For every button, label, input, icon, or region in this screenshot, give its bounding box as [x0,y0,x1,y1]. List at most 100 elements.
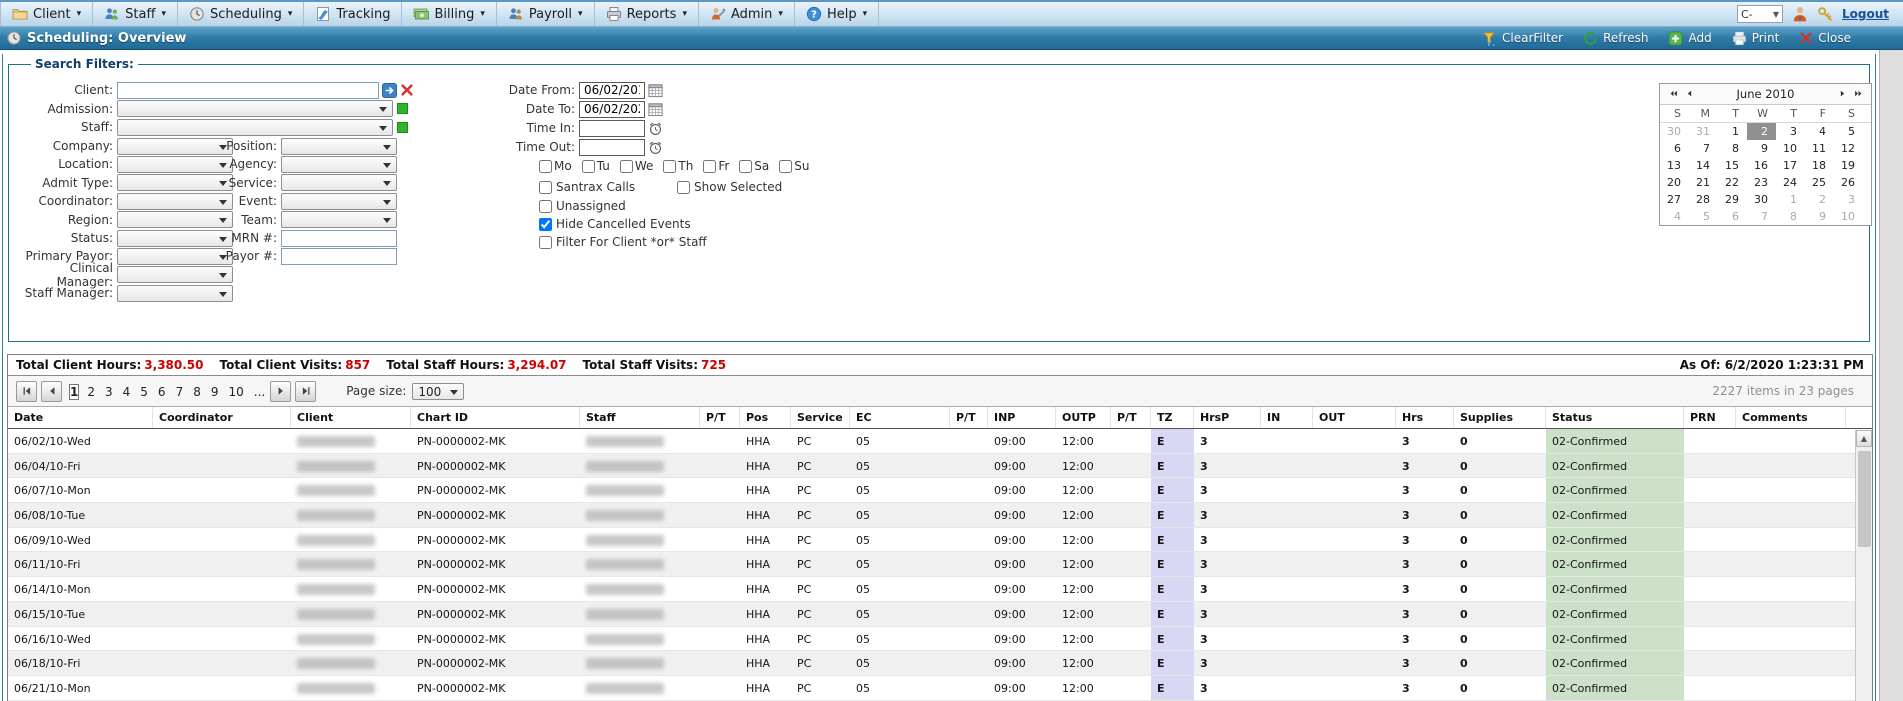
column-header-coordinator[interactable]: Coordinator [153,407,291,428]
calendar-day[interactable]: 30 [1660,123,1689,140]
calendar-day[interactable]: 24 [1776,174,1805,191]
table-scrollbar[interactable]: ▲ [1855,430,1872,701]
column-header-pt1[interactable]: P/T [700,407,740,428]
client-search-input[interactable] [117,82,379,99]
menu-item-payroll[interactable]: Payroll▾ [497,2,595,26]
refresh-button[interactable]: Refresh [1583,31,1648,46]
calendar-day[interactable]: 5 [1689,208,1718,225]
pager-page-3[interactable]: 3 [105,385,113,399]
calendar-day[interactable]: 19 [1834,157,1863,174]
menu-item-staff[interactable]: Staff▾ [93,2,178,26]
table-row[interactable]: 06/09/10-WedPN-0000002-MKHHAPC0509:0012:… [8,528,1872,553]
company-select[interactable]: C- ▼ [1737,5,1783,23]
calendar-day[interactable]: 12 [1834,140,1863,157]
weekday-checkbox-input-th[interactable] [663,160,676,173]
calendar-day[interactable]: 9 [1805,208,1834,225]
calendar-day[interactable]: 6 [1718,208,1747,225]
calendar-next-year-button[interactable] [1850,88,1866,101]
calendar-day[interactable]: 11 [1805,140,1834,157]
column-header-inp[interactable]: INP [988,407,1056,428]
calendar-day[interactable]: 5 [1834,123,1863,140]
calendar-day-selected[interactable]: 2 [1747,123,1776,140]
pager-page-6[interactable]: 6 [158,385,166,399]
weekday-checkbox-input-sa[interactable] [739,160,752,173]
column-header-staff[interactable]: Staff [580,407,700,428]
team-dropdown[interactable] [281,211,397,228]
weekday-checkbox-input-fr[interactable] [703,160,716,173]
staff_manager-dropdown[interactable] [117,285,233,302]
table-row[interactable]: 06/07/10-MonPN-0000002-MKHHAPC0509:0012:… [8,478,1872,503]
calendar-next-month-button[interactable] [1834,88,1850,101]
table-row[interactable]: 06/16/10-WedPN-0000002-MKHHAPC0509:0012:… [8,627,1872,652]
calendar-day[interactable]: 22 [1718,174,1747,191]
calendar-day[interactable]: 16 [1747,157,1776,174]
calendar-day[interactable]: 8 [1776,208,1805,225]
add-button[interactable]: Add [1668,31,1711,46]
menu-item-help[interactable]: ?Help▾ [795,2,879,26]
calendar-day[interactable]: 20 [1660,174,1689,191]
pager-page-7[interactable]: 7 [176,385,184,399]
calendar-prev-month-button[interactable] [1681,88,1697,101]
pager-page-current[interactable]: 1 [69,384,79,400]
time_out-input[interactable] [579,139,645,156]
column-header-chart_id[interactable]: Chart ID [411,407,580,428]
calendar-day[interactable]: 4 [1805,123,1834,140]
calendar-day[interactable]: 15 [1718,157,1747,174]
menu-item-scheduling[interactable]: Scheduling▾ [178,2,304,26]
menu-item-client[interactable]: Client▾ [0,2,93,26]
date_from-input[interactable] [579,82,645,99]
column-header-tz[interactable]: TZ [1151,407,1194,428]
calendar-day[interactable]: 25 [1805,174,1834,191]
checkbox-input-hide-cancelled-events[interactable] [539,218,552,231]
alarm-icon[interactable] [648,121,663,136]
table-row[interactable]: 06/11/10-FriPN-0000002-MKHHAPC0509:0012:… [8,552,1872,577]
calendar-day[interactable]: 18 [1805,157,1834,174]
client-clear-button[interactable] [400,83,415,98]
column-header-supplies[interactable]: Supplies [1454,407,1546,428]
checkbox-input-show-selected[interactable] [677,181,690,194]
column-header-pt2[interactable]: P/T [950,407,988,428]
date_to-input[interactable] [579,101,645,118]
calendar-day[interactable]: 27 [1660,191,1689,208]
column-header-pos[interactable]: Pos [740,407,791,428]
table-row[interactable]: 06/08/10-TuePN-0000002-MKHHAPC0509:0012:… [8,503,1872,528]
close-button[interactable]: Close [1799,31,1851,45]
calendar-day[interactable]: 1 [1718,123,1747,140]
print-button[interactable]: Print [1732,31,1780,46]
time_in-input[interactable] [579,120,645,137]
table-row[interactable]: 06/18/10-FriPN-0000002-MKHHAPC0509:0012:… [8,651,1872,676]
menu-item-admin[interactable]: Admin▾ [699,2,795,26]
column-header-in[interactable]: IN [1261,407,1313,428]
column-header-comments[interactable]: Comments [1736,407,1846,428]
calendar-day[interactable]: 17 [1776,157,1805,174]
table-row[interactable]: 06/15/10-TuePN-0000002-MKHHAPC0509:0012:… [8,602,1872,627]
client-search-go-button[interactable] [382,83,397,98]
weekday-checkbox-input-tu[interactable] [582,160,595,173]
logout-link[interactable]: Logout [1842,7,1889,21]
weekday-checkbox-input-su[interactable] [779,160,792,173]
calendar-prev-year-button[interactable] [1665,88,1681,101]
table-row[interactable]: 06/14/10-MonPN-0000002-MKHHAPC0509:0012:… [8,577,1872,602]
scroll-up-icon[interactable]: ▲ [1856,430,1872,447]
menu-item-tracking[interactable]: Tracking [304,2,402,26]
calendar-day[interactable]: 29 [1718,191,1747,208]
agency-dropdown[interactable] [281,156,397,173]
calendar-day[interactable]: 6 [1660,140,1689,157]
table-row[interactable]: 06/02/10-WedPN-0000002-MKHHAPC0509:0012:… [8,429,1872,454]
scrollbar-thumb[interactable] [1858,451,1871,547]
column-header-hrsp[interactable]: HrsP [1194,407,1261,428]
mrn-input[interactable] [281,230,397,247]
weekday-checkbox-input-mo[interactable] [539,160,552,173]
calendar-icon[interactable] [648,102,663,117]
alarm-icon[interactable] [648,140,663,155]
table-row[interactable]: 06/04/10-FriPN-0000002-MKHHAPC0509:0012:… [8,454,1872,479]
pager-last-button[interactable] [295,381,316,402]
calendar-day[interactable]: 4 [1660,208,1689,225]
pager-first-button[interactable] [16,381,37,402]
calendar-day[interactable]: 14 [1689,157,1718,174]
column-header-out[interactable]: OUT [1313,407,1396,428]
staff-dropdown[interactable] [117,119,393,136]
calendar-day[interactable]: 28 [1689,191,1718,208]
column-header-client[interactable]: Client [291,407,411,428]
column-header-outp[interactable]: OUTP [1056,407,1111,428]
